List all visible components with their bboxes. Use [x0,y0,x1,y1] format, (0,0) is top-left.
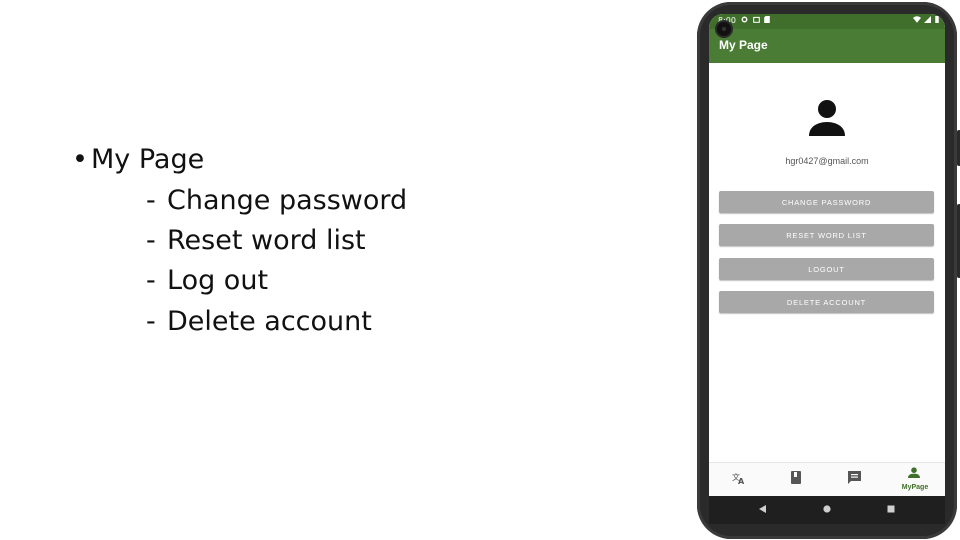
translate-icon: 文 A [732,472,745,485]
delete-account-button[interactable]: DELETE ACCOUNT [719,291,934,313]
logout-button[interactable]: LOGOUT [719,258,934,280]
person-icon [908,467,920,478]
sub-item: - Delete account [146,306,372,337]
signal-icon [924,16,932,23]
sub-item-label: Log out [167,265,269,296]
battery-icon [935,16,939,23]
change-password-button[interactable]: CHANGE PASSWORD [719,191,934,213]
recents-icon[interactable] [885,503,897,515]
chat-icon [848,471,861,484]
bottom-navigation: 文 A MyPage [709,462,945,497]
person-icon [809,100,845,136]
status-bar: 8:00 [709,14,945,29]
dash-glyph: - [146,225,156,256]
dash-glyph: - [146,306,156,337]
main-bullet: • My Page [72,144,204,175]
sub-item: - Change password [146,185,407,216]
app-bar: My Page [709,29,945,63]
nav-item-translate[interactable]: 文 A [719,463,759,497]
dash-glyph: - [146,265,156,296]
sub-item: - Reset word list [146,225,366,256]
notification-icon [752,16,760,23]
nav-item-label: MyPage [901,484,929,491]
sd-card-icon [764,16,770,23]
main-bullet-label: My Page [91,144,205,175]
svg-text:A: A [738,477,745,485]
reset-word-list-button[interactable]: RESET WORD LIST [719,224,934,246]
status-right-icons [912,16,939,25]
home-icon[interactable] [821,503,833,515]
system-navigation-bar [709,496,945,524]
status-icons [741,16,770,25]
sub-item: - Log out [146,265,268,296]
profile-email: hgr0427@gmail.com [785,156,869,166]
nav-item-book[interactable] [777,463,817,497]
back-icon[interactable] [757,503,769,515]
phone-screen: 8:00 My Page hgr0427@gmail.com CHANGE PA… [709,14,945,524]
front-camera [717,22,731,36]
app-bar-title: My Page [719,38,768,52]
dash-glyph: - [146,185,156,216]
sub-item-label: Change password [167,185,408,216]
bullet-glyph: • [72,144,88,175]
wifi-icon [912,16,921,23]
sub-item-label: Reset word list [167,225,366,256]
book-icon [791,471,801,484]
sub-item-label: Delete account [167,306,372,337]
nav-item-mypage[interactable]: MyPage [895,463,935,497]
nav-item-chat[interactable] [835,463,875,497]
gear-icon [741,16,748,23]
